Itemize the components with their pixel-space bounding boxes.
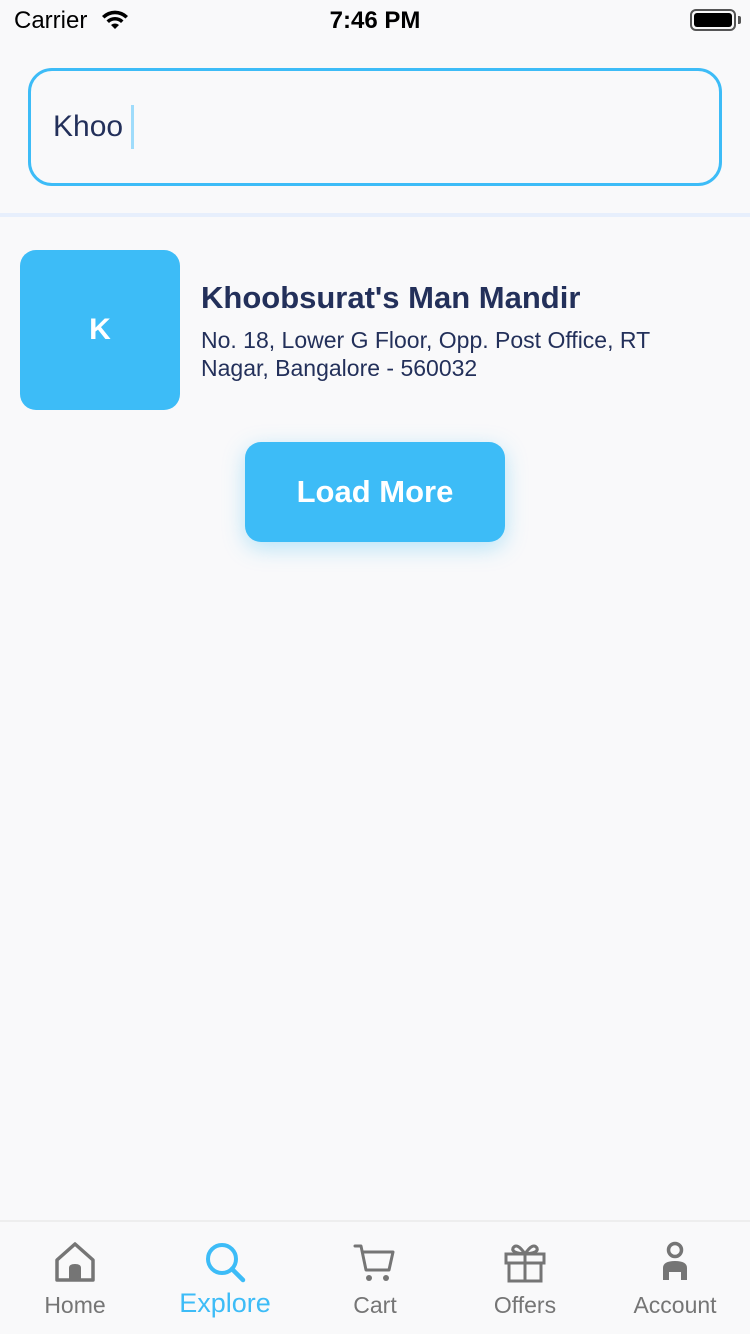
search-box[interactable] bbox=[28, 68, 722, 186]
text-caret bbox=[131, 105, 134, 149]
person-icon bbox=[653, 1240, 697, 1284]
load-more-button[interactable]: Load More bbox=[245, 442, 505, 542]
battery-icon bbox=[690, 9, 736, 31]
tab-home-label: Home bbox=[44, 1292, 106, 1318]
battery-tip bbox=[738, 16, 741, 24]
search-icon bbox=[203, 1240, 247, 1284]
result-thumbnail: K bbox=[20, 250, 180, 410]
tab-offers-label: Offers bbox=[493, 1292, 557, 1318]
tab-explore-label: Explore bbox=[179, 1288, 271, 1318]
search-result-item[interactable]: K Khoobsurat's Man Mandir No. 18, Lower … bbox=[0, 250, 750, 410]
header-divider bbox=[0, 213, 750, 217]
tab-account-label: Account bbox=[633, 1292, 717, 1318]
search-input[interactable] bbox=[53, 105, 693, 149]
explore-screen: Carrier 7:46 PM K Khoobsurat's Man Mandi… bbox=[0, 0, 750, 1334]
result-title: Khoobsurat's Man Mandir bbox=[201, 280, 581, 315]
gift-icon bbox=[503, 1240, 547, 1284]
home-icon bbox=[53, 1240, 97, 1284]
clock: 7:46 PM bbox=[329, 7, 421, 34]
tab-explore[interactable]: Explore bbox=[150, 1222, 300, 1334]
tab-offers[interactable]: Offers bbox=[450, 1222, 600, 1334]
result-address: No. 18, Lower G Floor, Opp. Post Office,… bbox=[201, 327, 650, 381]
tab-account[interactable]: Account bbox=[600, 1222, 750, 1334]
cart-icon bbox=[353, 1240, 397, 1284]
tab-cart-label: Cart bbox=[353, 1292, 397, 1318]
result-initial: K bbox=[89, 313, 111, 346]
tab-bar: Home Explore Cart Offers Account bbox=[0, 1220, 750, 1334]
tab-home[interactable]: Home bbox=[0, 1222, 150, 1334]
tab-cart[interactable]: Cart bbox=[300, 1222, 450, 1334]
status-bar: Carrier 7:46 PM bbox=[0, 0, 750, 40]
